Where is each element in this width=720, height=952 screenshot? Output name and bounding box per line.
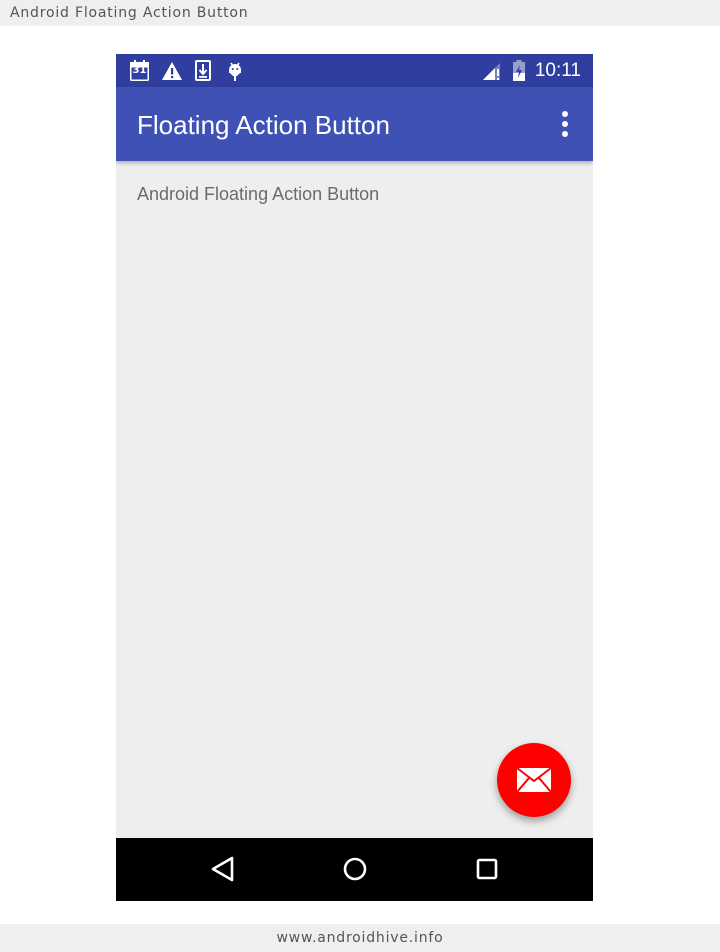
status-bar: 31 10:11 xyxy=(116,54,593,87)
battery-charging-icon xyxy=(512,60,526,82)
toolbar-title: Floating Action Button xyxy=(137,110,390,140)
home-icon[interactable] xyxy=(340,854,370,884)
back-icon[interactable] xyxy=(208,854,238,884)
floating-action-button[interactable] xyxy=(497,743,571,817)
navigation-bar xyxy=(116,838,593,901)
page-footer-caption: www.androidhive.info xyxy=(0,924,720,952)
content-text: Android Floating Action Button xyxy=(137,184,380,204)
phone-screen: 31 10:11 Floating Action Button Android … xyxy=(116,54,593,901)
android-debug-icon xyxy=(226,60,244,82)
page-header-caption: Android Floating Action Button xyxy=(0,0,720,26)
recents-icon[interactable] xyxy=(472,854,502,884)
warning-icon xyxy=(161,60,183,82)
app-toolbar: Floating Action Button xyxy=(116,87,593,161)
more-vert-icon[interactable] xyxy=(553,109,577,139)
signal-icon xyxy=(482,60,502,82)
email-icon xyxy=(516,767,552,793)
status-time: 10:11 xyxy=(534,60,581,81)
download-icon xyxy=(195,60,211,82)
calendar-day: 31 xyxy=(132,65,147,76)
